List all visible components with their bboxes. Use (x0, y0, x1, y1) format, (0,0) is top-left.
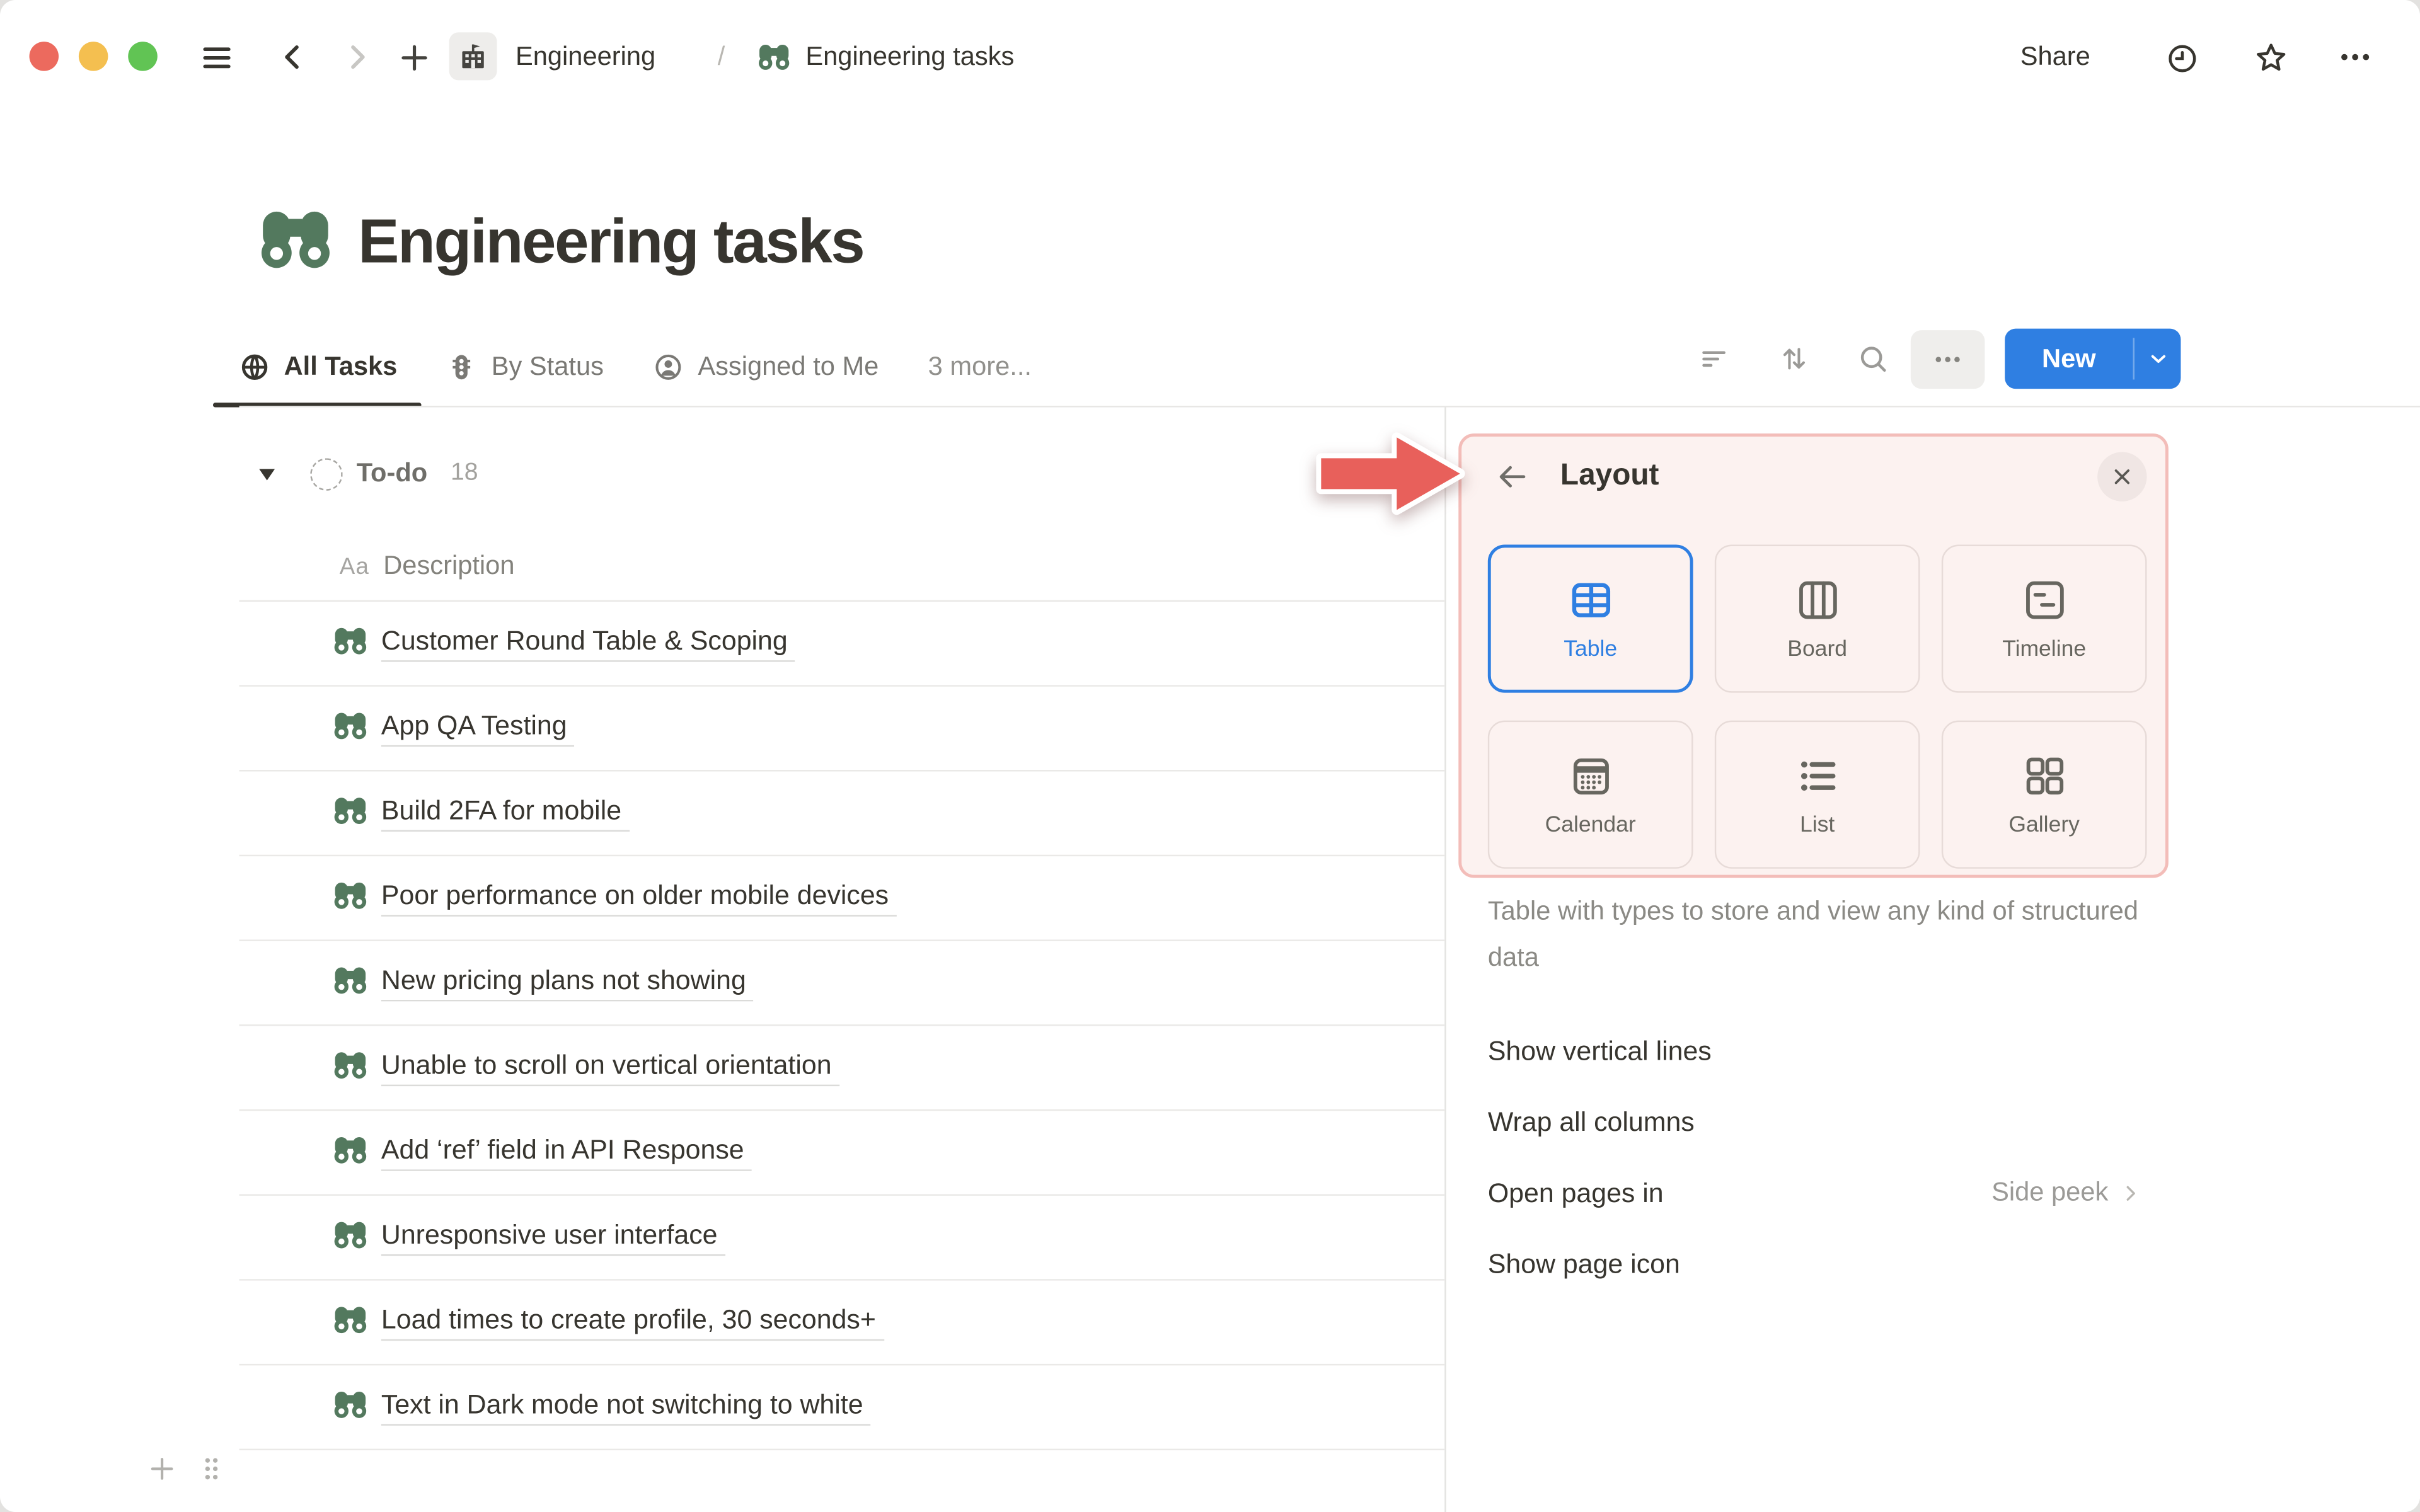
favorite-star-icon[interactable] (2252, 38, 2289, 76)
school-building-icon (457, 40, 489, 72)
page-binoculars-icon (259, 207, 331, 277)
collapse-triangle-icon[interactable] (256, 463, 278, 484)
table-row[interactable]: Build 2FA for mobile (239, 771, 1445, 857)
setting-value[interactable]: Side peek (1991, 1177, 2142, 1208)
gallery-layout-icon (2021, 752, 2067, 798)
setting-show-page-icon: Show page icon (1488, 1228, 2142, 1300)
binoculars-icon (333, 1305, 367, 1339)
column-header[interactable]: Aa Description (239, 537, 515, 595)
new-dropdown-icon[interactable] (2135, 347, 2181, 370)
new-button[interactable]: New (2005, 328, 2181, 389)
list-layout-icon (1794, 752, 1840, 798)
notion-window: Engineering / Engineering tasks Share En… (0, 0, 2420, 1512)
table-rows: Customer Round Table & Scoping App QA Te… (239, 602, 1445, 1451)
tab-by-status[interactable]: By Status (447, 326, 604, 408)
table-row[interactable]: Unresponsive user interface (239, 1196, 1445, 1281)
layout-highlight-box: Layout Table Board Timeline Calendar Lis… (1458, 433, 2169, 878)
new-button-label: New (2042, 343, 2096, 373)
setting-open-pages-in: Open pages in Side peek (1488, 1157, 2142, 1228)
search-icon[interactable] (1857, 343, 1889, 375)
board-layout-icon (1794, 576, 1840, 622)
layout-option-gallery[interactable]: Gallery (1941, 720, 2147, 869)
add-row-plus-icon[interactable] (147, 1453, 178, 1484)
layout-option-table[interactable]: Table (1487, 544, 1693, 693)
table-row[interactable]: Add ‘ref’ field in API Response (239, 1111, 1445, 1196)
binoculars-icon (333, 1390, 367, 1424)
layout-option-calendar[interactable]: Calendar (1487, 720, 1693, 869)
binoculars-icon (333, 966, 367, 1000)
group-count: 18 (450, 459, 478, 486)
view-options-icon[interactable] (1910, 330, 1985, 389)
layout-option-list[interactable]: List (1714, 720, 1920, 869)
binoculars-icon (333, 1135, 367, 1169)
window-titlebar: Engineering / Engineering tasks Share (0, 0, 2420, 117)
table-row[interactable]: Customer Round Table & Scoping (239, 602, 1445, 687)
panel-close-icon[interactable] (2097, 452, 2147, 501)
binoculars-icon (758, 42, 790, 72)
new-page-icon[interactable] (395, 38, 432, 76)
zoom-button[interactable] (128, 42, 158, 71)
drag-handle-icon[interactable] (196, 1453, 227, 1484)
table-row[interactable]: Load times to create profile, 30 seconds… (239, 1281, 1445, 1366)
panel-title: Layout (1560, 458, 1659, 493)
table-row[interactable]: Unable to scroll on vertical orientation (239, 1026, 1445, 1111)
table-row[interactable]: New pricing plans not showing (239, 941, 1445, 1026)
sidebar-menu-icon[interactable] (197, 38, 236, 77)
binoculars-icon (333, 1220, 367, 1254)
person-icon (653, 351, 684, 382)
share-button[interactable]: Share (2020, 42, 2090, 72)
group-name[interactable]: To-do (357, 458, 428, 489)
minimize-button[interactable] (78, 42, 108, 71)
page-title[interactable]: Engineering tasks (358, 207, 865, 277)
breadcrumb-workspace[interactable]: Engineering (516, 42, 655, 72)
breadcrumb-separator: / (717, 42, 725, 71)
updates-clock-icon[interactable] (2164, 40, 2199, 76)
back-icon[interactable] (275, 38, 312, 76)
table-row[interactable]: Poor performance on older mobile devices (239, 856, 1445, 941)
layout-description: Table with types to store and view any k… (1487, 896, 2138, 972)
layout-option-timeline[interactable]: Timeline (1941, 544, 2147, 693)
calendar-layout-icon (1567, 752, 1613, 798)
globe-icon (239, 351, 270, 382)
close-button[interactable] (29, 42, 59, 71)
todo-status-icon (310, 457, 343, 490)
forward-icon[interactable] (338, 38, 375, 76)
binoculars-icon (333, 711, 367, 745)
setting-show-vertical-lines: Show vertical lines (1488, 1015, 2142, 1087)
table-row[interactable]: App QA Testing (239, 687, 1445, 772)
traffic-light-icon (447, 351, 478, 382)
more-options-icon[interactable] (2335, 42, 2375, 72)
workspace-icon-chip[interactable] (449, 32, 497, 81)
binoculars-icon (333, 1051, 367, 1085)
group-header: To-do 18 (239, 438, 478, 510)
breadcrumb-page[interactable]: Engineering tasks (805, 42, 1014, 72)
text-type-icon: Aa (339, 553, 370, 580)
filter-icon[interactable] (1698, 343, 1730, 375)
tab-all-tasks[interactable]: All Tasks (212, 326, 423, 408)
binoculars-icon (333, 796, 367, 830)
timeline-layout-icon (2021, 576, 2067, 622)
panel-back-icon[interactable] (1495, 460, 1530, 494)
chevron-right-icon (2119, 1181, 2142, 1205)
tab-3-more[interactable]: 3 more... (928, 326, 1032, 408)
tab-assigned-to-me[interactable]: Assigned to Me (653, 326, 879, 408)
binoculars-icon (333, 626, 367, 660)
column-label: Description (383, 551, 515, 580)
table-row[interactable]: Text in Dark mode not switching to white (239, 1365, 1445, 1451)
binoculars-icon (333, 881, 367, 915)
setting-wrap-all-columns: Wrap all columns (1488, 1086, 2142, 1157)
view-tabs: All Tasks By Status Assigned to Me 3 mor… (212, 326, 1032, 408)
table-layout-icon (1567, 576, 1613, 622)
view-settings-panel: Layout Table Board Timeline Calendar Lis… (1444, 407, 2420, 1512)
layout-option-board[interactable]: Board (1714, 544, 1920, 693)
sort-icon[interactable] (1778, 343, 1810, 375)
